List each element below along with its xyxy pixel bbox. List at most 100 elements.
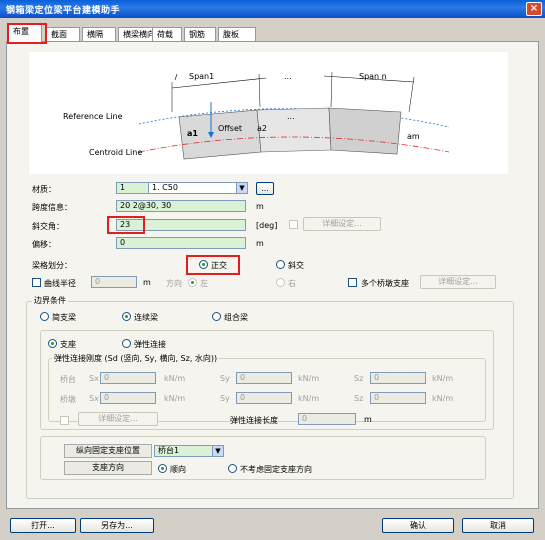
- stiffness-group-title: 弹性连接刚度 (Sd (竖向, Sy, 横向, Sz, 水向)): [52, 353, 220, 364]
- label-a1: a1: [187, 129, 198, 138]
- radio-left[interactable]: [188, 278, 197, 287]
- window-title: 钢箱梁定位梁平台建模助手: [6, 6, 121, 16]
- abutment-sz-input[interactable]: 0: [370, 372, 426, 384]
- row-abutment-label: 桥台: [60, 375, 76, 384]
- label-an: am: [407, 132, 420, 141]
- radio-simple-beam[interactable]: [40, 312, 49, 321]
- tab-load[interactable]: 荷载: [152, 27, 182, 41]
- radio-elastic[interactable]: [122, 339, 131, 348]
- radio-simple-beam-label: 简支梁: [52, 313, 76, 322]
- radio-elastic-label: 弹性连接: [134, 340, 166, 349]
- chevron-down-icon[interactable]: ▼: [212, 446, 223, 456]
- elastic-detail-checkbox[interactable]: [60, 416, 69, 425]
- radio-continuous-beam-label: 连续梁: [134, 313, 158, 322]
- open-button[interactable]: 打开...: [10, 518, 76, 533]
- multi-support-checkbox[interactable]: [348, 278, 357, 287]
- window-title-bar: 钢箱梁定位梁平台建模助手: [0, 0, 545, 18]
- tab-diaphragm[interactable]: 横隔: [82, 27, 116, 41]
- material-id-field[interactable]: 1: [116, 182, 150, 194]
- tab-web[interactable]: 腹板: [218, 27, 256, 41]
- elastic-length-label: 弹性连接长度: [230, 416, 278, 425]
- abutment-sz-unit: kN/m: [432, 374, 454, 383]
- fixed-support-position-select[interactable]: 桥台1 ▼: [154, 445, 224, 457]
- tab-strip: 布置 截面 横隔 横梁横向 荷载 钢筋 腹板: [6, 22, 536, 42]
- grid-division-label: 梁格划分：: [32, 261, 72, 270]
- fixed-support-position-value: 桥台1: [158, 446, 180, 455]
- elastic-length-unit: m: [364, 415, 372, 424]
- material-browse-button[interactable]: ...: [256, 182, 274, 195]
- radio-forward[interactable]: [158, 464, 167, 473]
- pier-sz-unit: kN/m: [432, 394, 454, 403]
- pier-sx-unit: kN/m: [164, 394, 186, 403]
- skew-angle-label: 斜交角：: [32, 222, 64, 231]
- cancel-button[interactable]: 取消: [462, 518, 534, 533]
- row-pier-sz: Sz: [354, 394, 364, 403]
- span-info-input[interactable]: 20 2@30, 30: [116, 200, 246, 212]
- radio-skew[interactable]: [276, 260, 285, 269]
- row-abutment-sx: Sx: [89, 374, 99, 383]
- boundary-group-title: 边界条件: [32, 295, 68, 306]
- chevron-down-icon[interactable]: ▼: [236, 183, 247, 193]
- material-select[interactable]: 1. C50 ▼: [148, 182, 248, 194]
- skew-unit: [deg]: [256, 221, 278, 230]
- tab-label: 截面: [51, 30, 67, 39]
- pier-sy-unit: kN/m: [298, 394, 320, 403]
- tab-label: 腹板: [223, 30, 239, 39]
- span-unit: m: [256, 202, 264, 211]
- offset-unit: m: [256, 239, 264, 248]
- skew-detail-checkbox[interactable]: [289, 220, 298, 229]
- ok-button[interactable]: 确认: [382, 518, 454, 533]
- curve-radius-input[interactable]: 0: [91, 276, 137, 288]
- label-dots-mid: ...: [287, 112, 295, 121]
- tab-label: 钢筋: [189, 30, 205, 39]
- highlight-active-tab: [7, 23, 47, 44]
- row-abutment-sy: Sy: [220, 374, 230, 383]
- radio-right[interactable]: [276, 278, 285, 287]
- row-abutment-sz: Sz: [354, 374, 364, 383]
- label-a2: a2: [257, 124, 267, 133]
- row-pier-sy: Sy: [220, 394, 230, 403]
- radio-mixed-beam-label: 组合梁: [224, 313, 248, 322]
- label-spann: Span n: [359, 72, 387, 81]
- tab-label: 横梁横向: [123, 30, 155, 39]
- radio-left-label: 左: [200, 279, 208, 288]
- curve-radius-checkbox[interactable]: [32, 278, 41, 287]
- offset-label: 偏移：: [32, 240, 56, 249]
- curve-radius-label: 曲线半径: [44, 279, 76, 288]
- radio-orthogonal-label: 正交: [211, 261, 227, 270]
- save-as-button[interactable]: 另存为...: [80, 518, 154, 533]
- abutment-sx-input[interactable]: 0: [100, 372, 156, 384]
- span-info-label: 跨度信息：: [32, 203, 72, 212]
- row-pier-sx: Sx: [89, 394, 99, 403]
- radio-mixed-beam[interactable]: [212, 312, 221, 321]
- radio-skew-label: 斜交: [288, 261, 304, 270]
- offset-input[interactable]: 0: [116, 237, 246, 249]
- tab-label: 荷载: [157, 30, 173, 39]
- radio-continuous-beam[interactable]: [122, 312, 131, 321]
- multi-support-label: 多个桥墩支座: [361, 279, 409, 288]
- radio-reverse[interactable]: [228, 464, 237, 473]
- label-offset: Offset: [218, 124, 243, 133]
- material-id-text: 1: [120, 183, 126, 192]
- material-label: 材质：: [32, 185, 56, 194]
- label-centroid-line: Centroid Line: [89, 148, 143, 157]
- tab-crossbeam[interactable]: 横梁横向: [118, 27, 155, 41]
- pier-sy-input[interactable]: 0: [236, 392, 292, 404]
- radio-support[interactable]: [48, 339, 57, 348]
- close-button[interactable]: ×: [526, 2, 542, 16]
- pier-sx-input[interactable]: 0: [100, 392, 156, 404]
- pier-sz-input[interactable]: 0: [370, 392, 426, 404]
- multi-support-detail-button[interactable]: 详细设定...: [420, 275, 496, 289]
- fixed-support-position-label: 纵向固定支座位置: [64, 444, 152, 458]
- elastic-detail-button[interactable]: 详细设定...: [78, 412, 158, 426]
- tab-section[interactable]: 截面: [46, 27, 80, 41]
- radio-right-label: 右: [288, 279, 296, 288]
- radio-orthogonal[interactable]: [199, 260, 208, 269]
- abutment-sy-input[interactable]: 0: [236, 372, 292, 384]
- elastic-length-input[interactable]: 0: [298, 413, 356, 425]
- abutment-sy-unit: kN/m: [298, 374, 320, 383]
- radio-reverse-label: 不考虑固定支座方向: [240, 465, 312, 474]
- label-reference-line: Reference Line: [63, 112, 123, 121]
- tab-rebar[interactable]: 钢筋: [184, 27, 216, 41]
- skew-detail-button[interactable]: 详细设定...: [303, 217, 381, 231]
